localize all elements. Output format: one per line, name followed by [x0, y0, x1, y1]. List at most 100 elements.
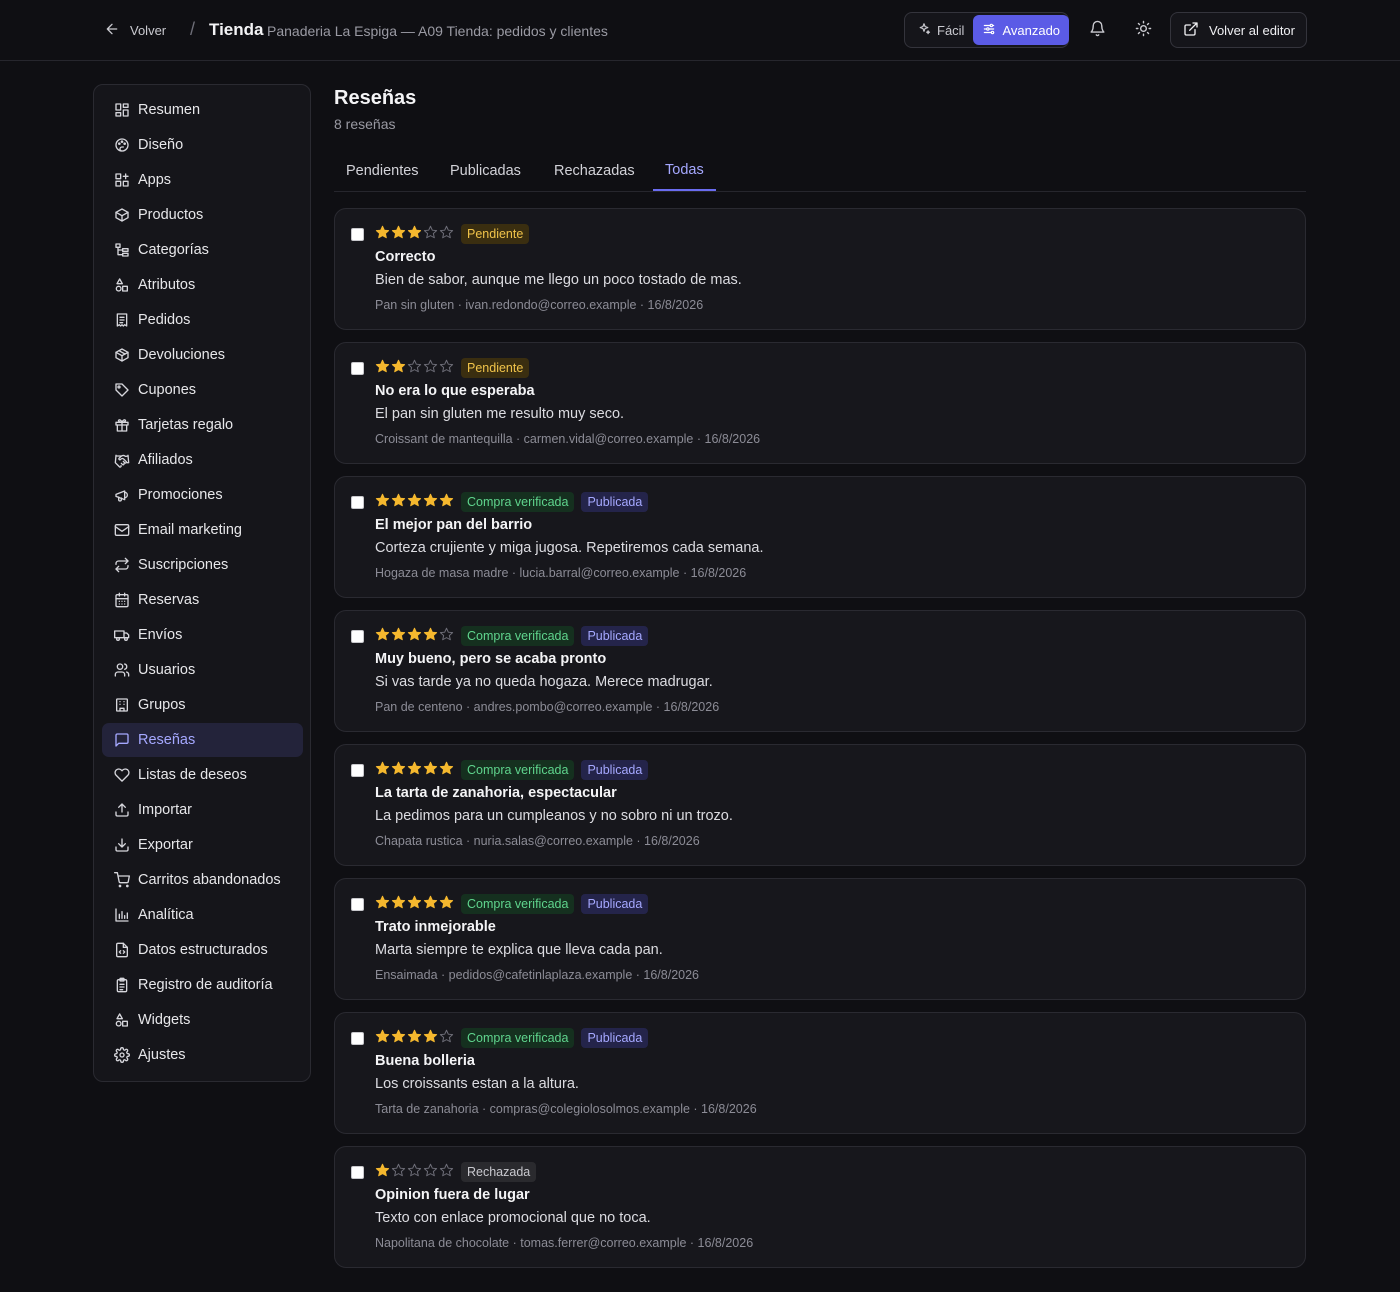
megaphone-icon — [114, 487, 130, 503]
sidebar: Resumen Diseño Apps Productos Categorías Atri… — [93, 84, 311, 1082]
review-select-checkbox[interactable] — [351, 496, 364, 509]
star-empty-icon — [439, 359, 454, 374]
back-button[interactable]: Volver — [104, 20, 166, 40]
handshake-icon — [114, 452, 130, 468]
sidebar-item-diseno[interactable]: Diseño — [102, 128, 303, 162]
sidebar-item-listas-de-deseos[interactable]: Listas de deseos — [102, 758, 303, 792]
review-title: Buena bolleria — [375, 1053, 475, 1069]
notifications-button[interactable] — [1085, 18, 1109, 42]
bar-chart-icon — [114, 907, 130, 923]
star-filled-icon — [423, 761, 438, 776]
review-meta: Pan de centeno · andres.pombo@correo.exa… — [375, 700, 720, 714]
review-meta: Ensaimada · pedidos@cafetinlaplaza.examp… — [375, 968, 699, 982]
sidebar-item-suscripciones[interactable]: Suscripciones — [102, 548, 303, 582]
tab-pendientes[interactable]: Pendientes — [334, 150, 431, 191]
sidebar-item-ajustes[interactable]: Ajustes — [102, 1038, 303, 1072]
breadcrumb-separator: / — [190, 19, 196, 39]
star-rating — [375, 225, 454, 240]
status-badge: Rechazada — [461, 1162, 537, 1182]
status-badge: Pendiente — [461, 224, 530, 244]
mode-easy-button[interactable]: Fácil — [908, 15, 973, 45]
back-to-editor-button[interactable]: Volver al editor — [1170, 12, 1307, 48]
sidebar-item-label: Afiliados — [138, 452, 193, 468]
review-badges: Pendiente — [461, 358, 530, 378]
sidebar-item-resumen[interactable]: Resumen — [102, 93, 303, 127]
review-select-checkbox[interactable] — [351, 1166, 364, 1179]
sidebar-item-tarjetas-regalo[interactable]: Tarjetas regalo — [102, 408, 303, 442]
review-select-checkbox[interactable] — [351, 898, 364, 911]
sidebar-item-usuarios[interactable]: Usuarios — [102, 653, 303, 687]
sidebar-item-label: Importar — [138, 802, 192, 818]
star-empty-icon — [439, 1163, 454, 1178]
review-select-checkbox[interactable] — [351, 1032, 364, 1045]
star-rating — [375, 1029, 454, 1044]
sidebar-item-atributos[interactable]: Atributos — [102, 268, 303, 302]
sidebar-item-resenas[interactable]: Reseñas — [102, 723, 303, 757]
heart-icon — [114, 767, 130, 783]
sidebar-item-exportar[interactable]: Exportar — [102, 828, 303, 862]
sidebar-item-label: Listas de deseos — [138, 767, 247, 783]
review-select-checkbox[interactable] — [351, 228, 364, 241]
review-badges: Pendiente — [461, 224, 530, 244]
sidebar-item-envios[interactable]: Envíos — [102, 618, 303, 652]
sidebar-item-apps[interactable]: Apps — [102, 163, 303, 197]
star-empty-icon — [439, 225, 454, 240]
review-body: Bien de sabor, aunque me llego un poco t… — [375, 272, 742, 288]
review-select-checkbox[interactable] — [351, 362, 364, 375]
star-empty-icon — [439, 627, 454, 642]
sidebar-item-productos[interactable]: Productos — [102, 198, 303, 232]
review-title: Trato inmejorable — [375, 919, 496, 935]
star-rating — [375, 493, 454, 508]
sidebar-item-importar[interactable]: Importar — [102, 793, 303, 827]
review-meta: Napolitana de chocolate · tomas.ferrer@c… — [375, 1236, 754, 1250]
review-select-checkbox[interactable] — [351, 630, 364, 643]
sidebar-item-pedidos[interactable]: Pedidos — [102, 303, 303, 337]
review-card: Compra verificada Publicada Muy bueno, per… — [334, 610, 1306, 732]
review-card: Compra verificada Publicada La tarta de za… — [334, 744, 1306, 866]
status-badge: Compra verificada — [461, 626, 575, 646]
box-return-icon — [114, 347, 130, 363]
sidebar-item-label: Resumen — [138, 102, 201, 118]
star-rating — [375, 1163, 454, 1178]
star-empty-icon — [439, 1029, 454, 1044]
review-meta: Pan sin gluten · ivan.redondo@correo.exa… — [375, 298, 704, 312]
star-filled-icon — [391, 895, 406, 910]
review-body: Si vas tarde ya no queda hogaza. Merece … — [375, 674, 713, 690]
sidebar-item-cupones[interactable]: Cupones — [102, 373, 303, 407]
tree-icon — [114, 242, 130, 258]
sidebar-item-grupos[interactable]: Grupos — [102, 688, 303, 722]
sidebar-item-carritos-abandonados[interactable]: Carritos abandonados — [102, 863, 303, 897]
tab-rechazadas[interactable]: Rechazadas — [542, 150, 647, 191]
review-badges: Compra verificada Publicada — [461, 626, 649, 646]
review-title: Opinion fuera de lugar — [375, 1187, 530, 1203]
sidebar-item-label: Envíos — [138, 627, 183, 643]
sidebar-item-widgets[interactable]: Widgets — [102, 1003, 303, 1037]
review-title: Correcto — [375, 249, 436, 265]
status-badge: Pendiente — [461, 358, 530, 378]
sidebar-item-email-marketing[interactable]: Email marketing — [102, 513, 303, 547]
theme-toggle-button[interactable] — [1131, 18, 1155, 42]
sidebar-item-label: Suscripciones — [138, 557, 229, 573]
tab-todas[interactable]: Todas — [653, 150, 716, 191]
review-card: Compra verificada Publicada El mejor pan d… — [334, 476, 1306, 598]
tab-publicadas[interactable]: Publicadas — [438, 150, 533, 191]
sidebar-item-label: Devoluciones — [138, 347, 226, 363]
sidebar-item-afiliados[interactable]: Afiliados — [102, 443, 303, 477]
sidebar-item-reservas[interactable]: Reservas — [102, 583, 303, 617]
sidebar-item-label: Productos — [138, 207, 204, 223]
review-select-checkbox[interactable] — [351, 764, 364, 777]
status-badge: Compra verificada — [461, 492, 575, 512]
upload-icon — [114, 802, 130, 818]
sidebar-item-registro-de-auditoria[interactable]: Registro de auditoría — [102, 968, 303, 1002]
sidebar-item-promociones[interactable]: Promociones — [102, 478, 303, 512]
star-rating — [375, 359, 454, 374]
sidebar-item-devoluciones[interactable]: Devoluciones — [102, 338, 303, 372]
sidebar-item-categorias[interactable]: Categorías — [102, 233, 303, 267]
mode-advanced-button[interactable]: Avanzado — [973, 15, 1070, 45]
sidebar-item-datos-estructurados[interactable]: Datos estructurados — [102, 933, 303, 967]
repeat-icon — [114, 557, 130, 573]
star-empty-icon — [423, 1163, 438, 1178]
sun-icon — [1135, 20, 1152, 40]
sidebar-item-analitica[interactable]: Analítica — [102, 898, 303, 932]
star-filled-icon — [391, 627, 406, 642]
